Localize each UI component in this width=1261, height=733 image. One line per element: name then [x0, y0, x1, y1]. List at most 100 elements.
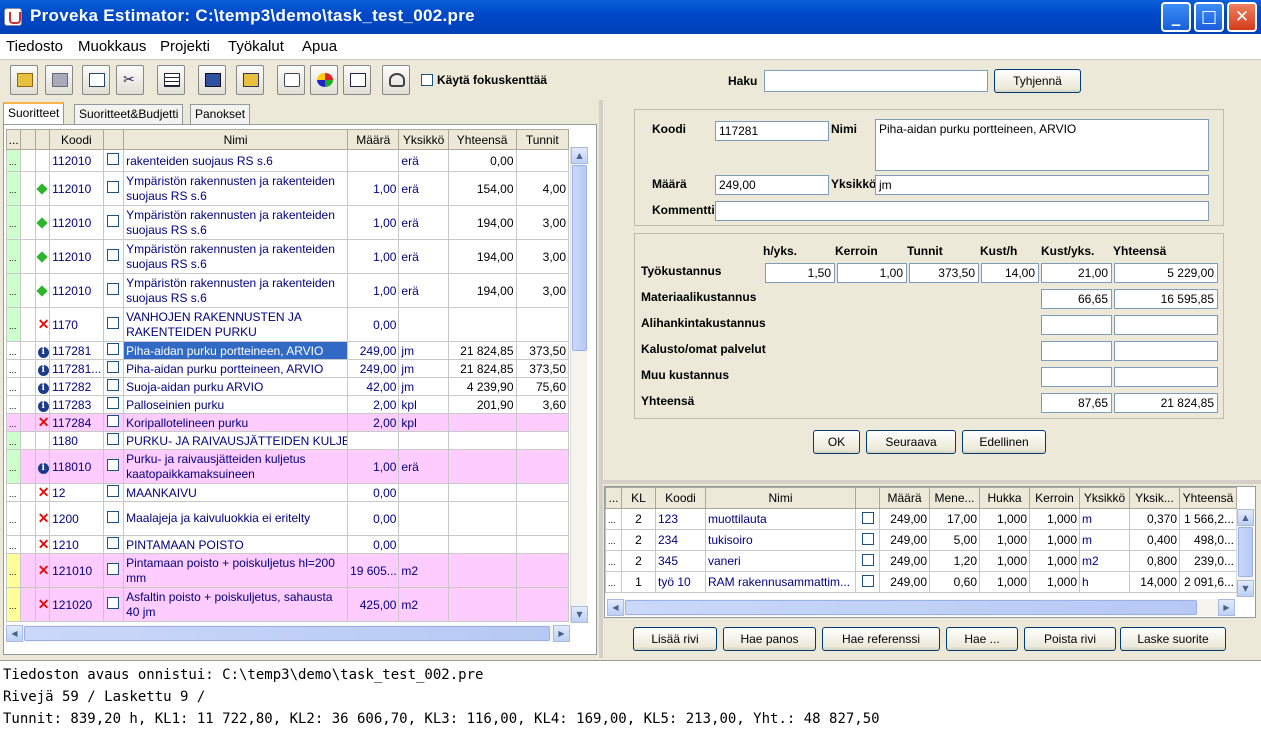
row-code[interactable]: 12	[49, 483, 104, 502]
table-row[interactable]: ... 112010 Ympäristön rakennusten ja raken…	[5, 205, 570, 240]
row-level-cell[interactable]: ...	[5, 273, 22, 308]
row-level-cell[interactable]: ...	[5, 341, 22, 360]
row-unit[interactable]	[398, 307, 449, 342]
resource-qty[interactable]: 249,00	[879, 571, 930, 593]
resource-row-handle[interactable]: ...	[605, 508, 622, 530]
resource-unit[interactable]: m2	[1079, 550, 1130, 572]
resource-total[interactable]: 2 091,6...	[1179, 571, 1237, 593]
column-header[interactable]: Nimi	[123, 129, 349, 150]
row-level-cell[interactable]: ...	[5, 587, 22, 622]
insert-row-button[interactable]	[157, 65, 185, 95]
column-header[interactable]: Määrä	[347, 129, 400, 150]
row-check-cell[interactable]	[102, 395, 125, 414]
resource-total[interactable]: 239,0...	[1179, 550, 1237, 572]
row-name[interactable]: Maalajeja ja kaivuluokkia ei eritelty	[123, 501, 349, 536]
row-check-cell[interactable]	[102, 171, 125, 206]
row-check-cell[interactable]	[102, 239, 125, 274]
next-button[interactable]: Seuraava	[866, 430, 956, 454]
row-name[interactable]: Palloseinien purku	[123, 395, 349, 414]
row-status-cell[interactable]: i	[34, 395, 51, 414]
unit-field[interactable]: jm	[875, 175, 1209, 195]
row-unit[interactable]: erä	[398, 205, 449, 240]
subcontract-total-field[interactable]	[1114, 315, 1218, 335]
row-code[interactable]: 121020	[49, 587, 104, 622]
row-check-cell[interactable]	[102, 483, 125, 502]
resource-kerroin[interactable]: 1,000	[1029, 508, 1080, 530]
row-code[interactable]: 112010	[49, 273, 104, 308]
row-check-cell[interactable]	[102, 431, 125, 450]
resource-total[interactable]: 498,0...	[1179, 529, 1237, 551]
row-unit[interactable]: jm	[398, 377, 449, 396]
row-code[interactable]: 117282	[49, 377, 104, 396]
row-level-cell[interactable]: ...	[5, 171, 22, 206]
resource-code[interactable]: työ 10	[655, 571, 706, 593]
res-hscroll-thumb[interactable]	[625, 600, 1197, 615]
row-flag-cell[interactable]	[20, 377, 36, 396]
row-flag-cell[interactable]	[20, 501, 36, 536]
horizontal-splitter[interactable]	[603, 480, 1261, 484]
search-input[interactable]	[764, 70, 988, 92]
resource-unit[interactable]: h	[1079, 571, 1130, 593]
column-header[interactable]: Koodi	[49, 129, 104, 150]
lock-button[interactable]	[382, 65, 410, 95]
row-quantity[interactable]: 0,00	[347, 535, 400, 554]
resource-check-cell[interactable]	[855, 508, 880, 530]
resource-qty[interactable]: 249,00	[879, 508, 930, 530]
row-check-cell[interactable]	[102, 535, 125, 554]
res-scroll-left-icon[interactable]: ◀	[607, 599, 624, 616]
row-checkbox[interactable]	[107, 379, 120, 391]
row-name[interactable]: Ympäristön rakennusten ja rakenteiden su…	[123, 171, 349, 206]
row-level-cell[interactable]: ...	[5, 149, 22, 172]
row-hours[interactable]: 3,00	[515, 205, 570, 240]
add-row-button[interactable]: Lisää rivi	[633, 627, 717, 651]
row-check-cell[interactable]	[102, 587, 125, 622]
resource-qty[interactable]: 249,00	[879, 550, 930, 572]
row-name[interactable]: Suoja-aidan purku ARVIO	[123, 377, 349, 396]
row-checkbox[interactable]	[107, 397, 120, 409]
res-scroll-down-icon[interactable]: ▼	[1237, 580, 1254, 597]
row-check-cell[interactable]	[102, 553, 125, 588]
maximize-button[interactable]: □	[1194, 2, 1224, 32]
row-quantity[interactable]: 0,00	[347, 483, 400, 502]
delete-row-button[interactable]: Poista rivi	[1024, 627, 1116, 651]
row-total[interactable]: 194,00	[447, 239, 517, 274]
row-code[interactable]: 1180	[49, 431, 104, 450]
export-button[interactable]	[236, 65, 264, 95]
row-status-cell[interactable]: i	[34, 341, 51, 360]
previous-button[interactable]: Edellinen	[962, 430, 1046, 454]
table-row[interactable]: ... i 117281... Piha-aidan purku portteinee…	[5, 359, 570, 378]
table-row[interactable]: ... i 118010 Purku- ja raivausjätteiden kul…	[5, 449, 570, 484]
row-unit[interactable]: m2	[398, 553, 449, 588]
row-quantity[interactable]: 1,00	[347, 449, 400, 484]
resource-row-handle[interactable]: ...	[605, 571, 622, 593]
row-hours[interactable]	[515, 431, 570, 450]
edit-button[interactable]	[343, 65, 371, 95]
row-flag-cell[interactable]	[20, 239, 36, 274]
resource-checkbox[interactable]	[861, 574, 874, 587]
row-checkbox[interactable]	[107, 415, 120, 427]
row-hours[interactable]	[515, 449, 570, 484]
tab-suoritteet-budjetti[interactable]: Suoritteet&Budjetti	[74, 104, 184, 124]
equipment-total-field[interactable]	[1114, 341, 1218, 361]
row-unit[interactable]: erä	[398, 273, 449, 308]
row-unit[interactable]	[398, 431, 449, 450]
row-flag-cell[interactable]	[20, 205, 36, 240]
scroll-thumb[interactable]	[572, 165, 587, 351]
material-kust-yks-field[interactable]: 66,65	[1041, 289, 1112, 309]
row-status-cell[interactable]: ✕	[34, 307, 51, 342]
row-code[interactable]: 118010	[49, 449, 104, 484]
row-status-cell[interactable]: ✕	[34, 535, 51, 554]
equipment-kust-yks-field[interactable]	[1041, 341, 1112, 361]
table-row[interactable]: ... ✕ 121010 Pintamaan poisto + poiskuljetu…	[5, 553, 570, 588]
row-checkbox[interactable]	[107, 343, 120, 355]
resource-column-header[interactable]: Yksik...	[1129, 487, 1180, 509]
row-checkbox[interactable]	[107, 563, 120, 575]
row-status-cell[interactable]: ✕	[34, 413, 51, 432]
row-total[interactable]: 194,00	[447, 273, 517, 308]
row-unit[interactable]: erä	[398, 239, 449, 274]
resource-mene[interactable]: 17,00	[929, 508, 980, 530]
row-level-cell[interactable]: ...	[5, 205, 22, 240]
resource-code[interactable]: 123	[655, 508, 706, 530]
row-unit[interactable]: m2	[398, 587, 449, 622]
row-checkbox[interactable]	[107, 511, 120, 523]
